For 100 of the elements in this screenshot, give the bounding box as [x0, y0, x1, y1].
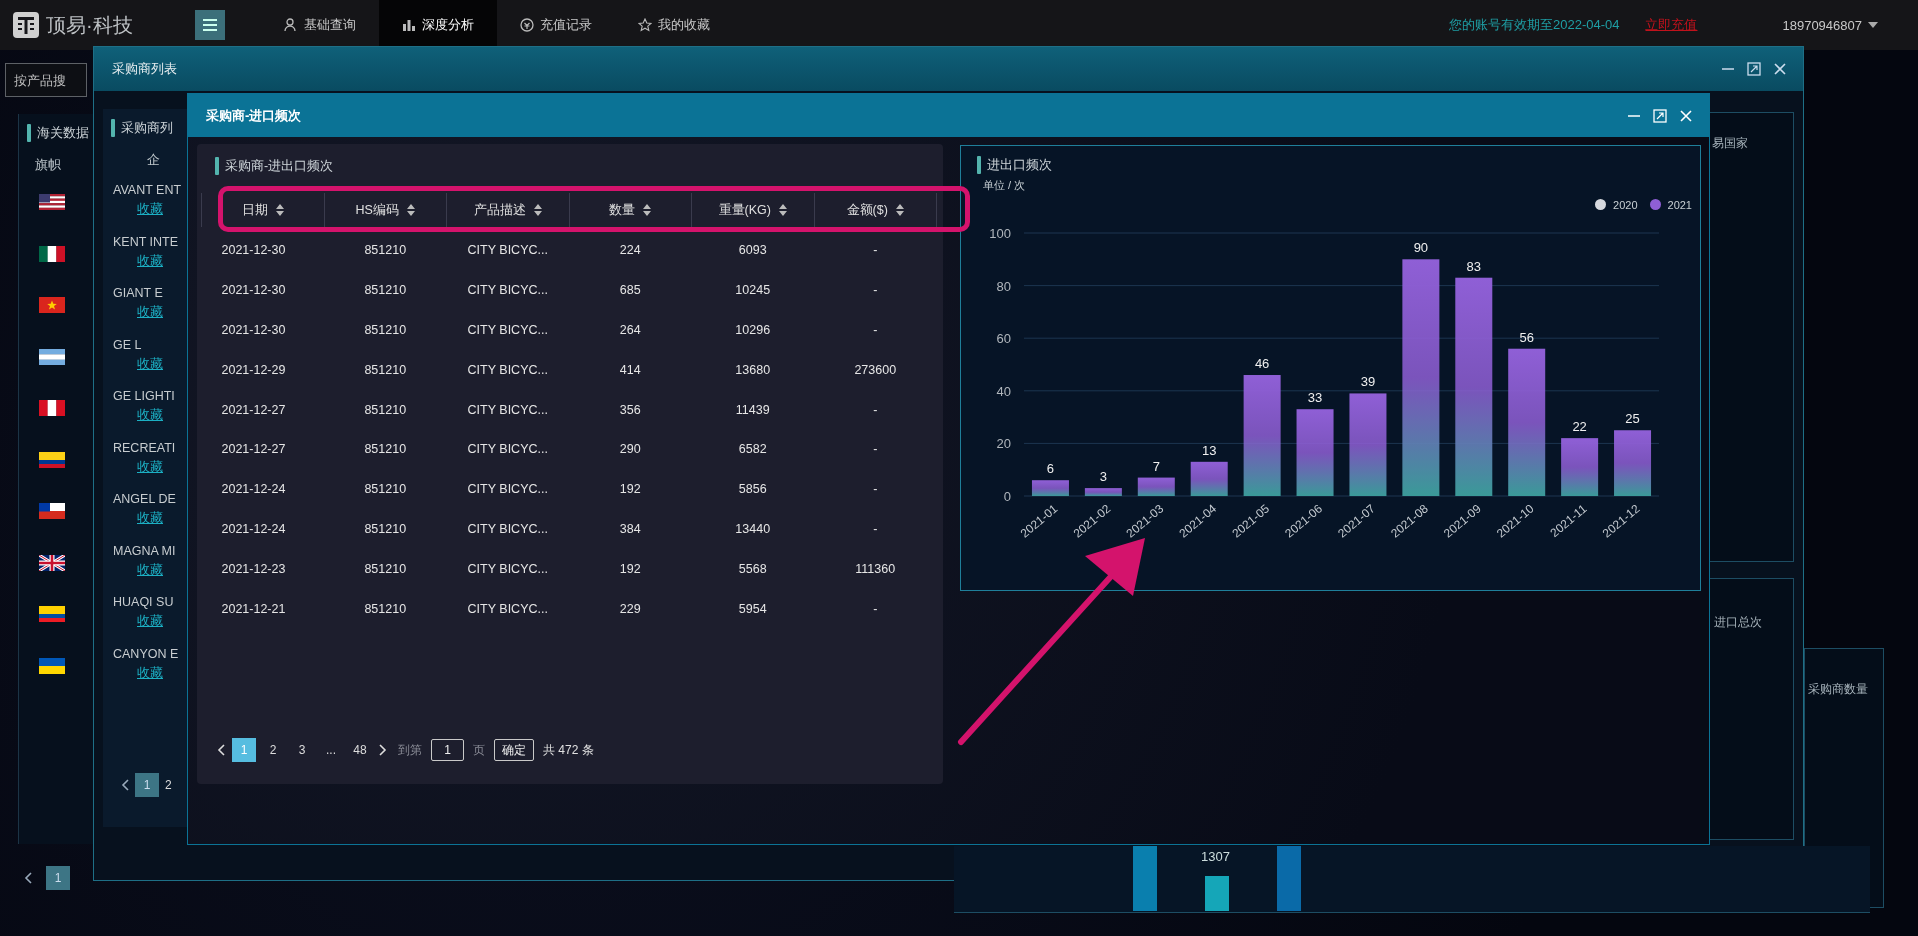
favorite-link[interactable]: 收藏 — [137, 561, 163, 579]
table-cell: CITY BICYC... — [467, 601, 548, 616]
page-button[interactable]: 2 — [261, 738, 285, 762]
goto-label: 到第 — [398, 741, 422, 759]
table-cell: 851210 — [364, 362, 407, 377]
favorite-link[interactable]: 收藏 — [137, 613, 163, 630]
page-button[interactable]: 1 — [46, 866, 70, 890]
column-header[interactable]: 产品描述 — [473, 201, 526, 219]
table-cell: 10296 — [735, 322, 771, 337]
window-title: 采购商列表 — [112, 60, 177, 78]
table-cell: - — [873, 482, 878, 497]
chart-bar[interactable] — [1243, 375, 1281, 496]
nav-tab[interactable]: 基础查询 — [261, 0, 379, 50]
legend-dot-icon[interactable] — [1595, 199, 1607, 210]
company-name: RECREATI — [113, 440, 176, 455]
company-name: AVANT ENT — [113, 183, 182, 197]
chart-bar[interactable] — [1614, 430, 1652, 496]
chart-bar[interactable] — [1349, 393, 1387, 496]
chart-bar[interactable] — [1402, 259, 1440, 496]
account-menu[interactable]: 18970946807 — [1782, 17, 1878, 33]
chart-bar[interactable] — [1137, 477, 1175, 496]
chart-title: 进出口频次 — [987, 156, 1052, 174]
favorite-link[interactable]: 收藏 — [137, 664, 163, 682]
favorite-link[interactable]: 收藏 — [137, 510, 163, 527]
favorite-link[interactable]: 收藏 — [137, 201, 163, 218]
favorite-link[interactable]: 收藏 — [137, 407, 163, 424]
chart-icon — [402, 18, 416, 32]
table-cell: 5568 — [738, 562, 767, 577]
table-cell: 290 — [619, 442, 641, 457]
favorite-link[interactable]: 收藏 — [137, 252, 163, 270]
menu-button[interactable] — [195, 10, 225, 40]
chevron-left-icon — [24, 872, 32, 884]
table-cell: - — [873, 522, 878, 537]
table-cell: 273600 — [854, 362, 897, 377]
sort-icon[interactable] — [895, 204, 904, 216]
data-label: 7 — [1152, 458, 1160, 474]
chart-bar[interactable] — [1561, 438, 1599, 496]
confirm-button[interactable]: 确定 — [494, 739, 534, 761]
table-cell: 2021-12-23 — [221, 562, 286, 577]
legend-label: 进口总次 — [1714, 615, 1762, 630]
table-cell: 851210 — [364, 522, 407, 537]
page-button[interactable]: 3 — [290, 738, 314, 762]
sort-icon[interactable] — [406, 204, 415, 216]
sort-icon[interactable] — [643, 204, 652, 216]
company-name: ANGEL DE — [113, 492, 176, 506]
column-header[interactable]: 重量(KG) — [718, 201, 771, 219]
page-button[interactable]: ... — [319, 738, 343, 762]
user-icon — [284, 18, 298, 32]
page-button[interactable]: 48 — [348, 738, 372, 762]
previous-page-button[interactable] — [119, 777, 131, 793]
company-name: HUAQI SU — [113, 595, 174, 609]
chart-bar[interactable] — [1190, 461, 1228, 496]
page-button[interactable]: 2 — [163, 773, 174, 797]
legend-dot-icon[interactable] — [1649, 199, 1661, 210]
column-header: 企 — [147, 151, 160, 169]
table-cell: - — [873, 402, 878, 417]
nav-tab[interactable]: 我的收藏 — [615, 0, 733, 50]
table-cell: 192 — [619, 482, 641, 497]
maximize-icon[interactable] — [1747, 62, 1761, 76]
previous-page-button[interactable] — [22, 870, 34, 886]
favorite-link[interactable]: 收藏 — [137, 355, 163, 373]
next-page-button[interactable] — [377, 742, 389, 758]
chart-bar[interactable] — [1455, 277, 1493, 496]
favorite-link[interactable]: 收藏 — [137, 458, 163, 476]
menu-icon — [203, 19, 217, 31]
table-cell: 2021-12-27 — [221, 442, 286, 457]
page-button[interactable]: 1 — [135, 773, 159, 797]
nav-tab[interactable]: 充值记录 — [497, 0, 615, 50]
table-cell: 851210 — [364, 282, 407, 297]
chart-bar[interactable] — [1031, 480, 1069, 496]
chart-bar[interactable] — [1296, 409, 1334, 496]
data-label: 83 — [1466, 258, 1482, 274]
favorite-link[interactable]: 收藏 — [137, 304, 163, 321]
sort-icon[interactable] — [275, 204, 284, 216]
column-header[interactable]: 金额($) — [846, 201, 888, 219]
table-cell: CITY BICYC... — [467, 522, 548, 537]
panel-title: 易国家 — [1712, 137, 1748, 149]
sort-icon[interactable] — [778, 204, 787, 216]
table-cell: 851210 — [364, 442, 407, 457]
table-cell: 5954 — [738, 601, 767, 616]
close-icon[interactable] — [1773, 62, 1787, 76]
column-header[interactable]: 日期 — [241, 201, 268, 219]
column-header[interactable]: 数量 — [609, 201, 636, 219]
search-field[interactable]: 按产品搜 — [5, 63, 87, 97]
table-cell: 224 — [619, 242, 641, 257]
y-axis-tick: 100 — [989, 226, 1011, 241]
table-cell: 2021-12-24 — [221, 482, 286, 497]
previous-page-button[interactable] — [215, 742, 227, 758]
table-cell: CITY BICYC... — [467, 322, 548, 337]
chart-bar[interactable] — [1084, 488, 1122, 496]
legend-label[interactable]: 2020 — [1613, 198, 1638, 211]
flag-icon — [39, 451, 65, 468]
column-header[interactable]: HS编码 — [355, 201, 399, 219]
legend-label[interactable]: 2021 — [1667, 198, 1692, 211]
table-cell: 6582 — [738, 442, 767, 457]
sort-icon[interactable] — [533, 204, 542, 216]
chart-bar[interactable] — [1508, 348, 1546, 496]
company-name: MAGNA MI — [113, 543, 176, 558]
page-input[interactable]: 1 — [431, 739, 464, 761]
data-label: 33 — [1307, 390, 1323, 406]
